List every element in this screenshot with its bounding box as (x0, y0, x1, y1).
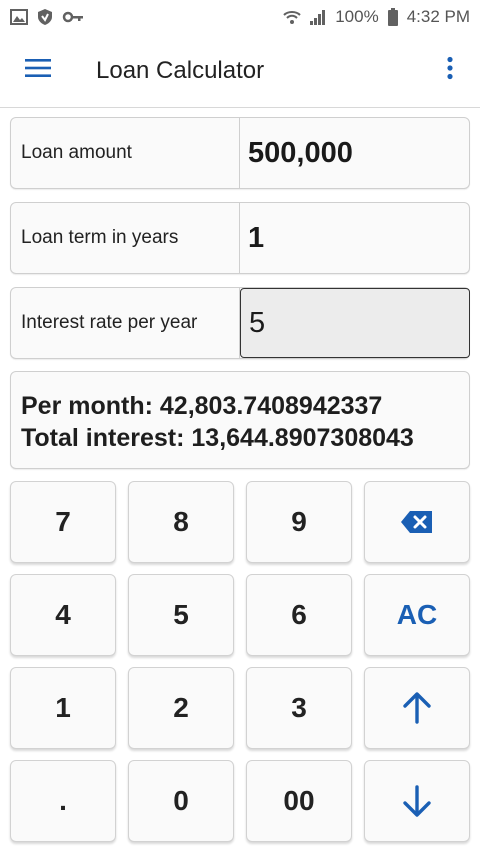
backspace-button[interactable] (364, 481, 470, 563)
key-0[interactable]: 0 (128, 760, 234, 842)
previous-field-button[interactable] (364, 667, 470, 749)
image-icon (10, 8, 28, 26)
interest-rate-field[interactable]: 5 (240, 288, 470, 358)
key-5[interactable]: 5 (128, 574, 234, 656)
shield-icon (36, 8, 54, 26)
backspace-icon (400, 510, 434, 534)
per-month-result: Per month: 42,803.7408942337 (21, 392, 383, 420)
more-vert-icon (446, 56, 454, 85)
battery-percent: 100% (335, 7, 379, 26)
loan-amount-row[interactable]: Loan amount 500,000 (10, 117, 470, 189)
key-00[interactable]: 00 (246, 760, 352, 842)
arrow-down-icon (400, 784, 434, 818)
status-left (10, 8, 84, 26)
key-icon (62, 8, 84, 26)
status-bar: 100% 4:32 PM (0, 0, 480, 34)
key-7[interactable]: 7 (10, 481, 116, 563)
status-time: 4:32 PM (406, 7, 470, 26)
keypad: 7 8 9 4 5 6 AC 1 2 3 . 0 00 (10, 481, 470, 842)
key-1[interactable]: 1 (10, 667, 116, 749)
app-bar: Loan Calculator (0, 34, 480, 108)
loan-term-label: Loan term in years (11, 203, 240, 273)
interest-rate-label: Interest rate per year (11, 288, 240, 358)
menu-button[interactable] (8, 41, 68, 101)
battery-icon (387, 8, 399, 26)
loan-term-field[interactable]: 1 (240, 203, 469, 273)
loan-amount-field[interactable]: 500,000 (240, 118, 469, 188)
total-interest-result: Total interest: 13,644.8907308043 (21, 424, 414, 452)
key-9[interactable]: 9 (246, 481, 352, 563)
key-decimal[interactable]: . (10, 760, 116, 842)
loan-amount-label: Loan amount (11, 118, 240, 188)
status-right: 100% 4:32 PM (283, 7, 470, 27)
key-3[interactable]: 3 (246, 667, 352, 749)
hamburger-menu-icon (25, 58, 51, 83)
wifi-icon (283, 8, 301, 26)
clear-button[interactable]: AC (364, 574, 470, 656)
key-2[interactable]: 2 (128, 667, 234, 749)
next-field-button[interactable] (364, 760, 470, 842)
arrow-up-icon (400, 691, 434, 725)
key-4[interactable]: 4 (10, 574, 116, 656)
signal-icon (309, 8, 327, 26)
overflow-menu-button[interactable] (430, 41, 470, 101)
key-6[interactable]: 6 (246, 574, 352, 656)
result-panel: Per month: 42,803.7408942337 Total inter… (10, 371, 470, 469)
key-8[interactable]: 8 (128, 481, 234, 563)
page-title: Loan Calculator (96, 56, 265, 84)
interest-rate-row[interactable]: Interest rate per year 5 (10, 287, 470, 359)
loan-term-row[interactable]: Loan term in years 1 (10, 202, 470, 274)
